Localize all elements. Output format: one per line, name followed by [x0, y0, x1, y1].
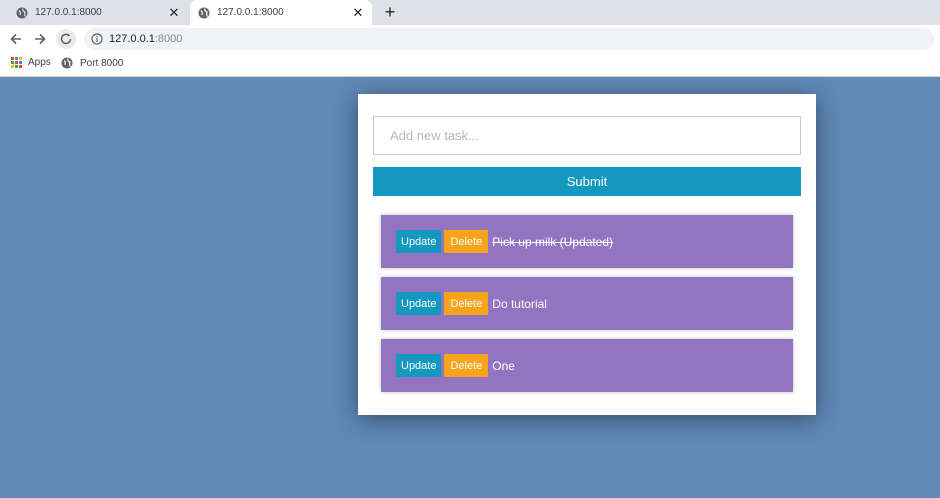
- bookmark-label: Port 8000: [80, 57, 124, 69]
- url-port: :8000: [154, 33, 183, 45]
- bookmarks-bar: Apps Port 8000: [0, 52, 940, 77]
- arrow-right-icon: [35, 33, 46, 45]
- task-title[interactable]: Pick up milk (Updated): [492, 235, 613, 249]
- reload-icon: [60, 33, 72, 45]
- reload-button[interactable]: [56, 29, 76, 49]
- globe-icon: [61, 57, 73, 69]
- bookmark-apps[interactable]: Apps: [11, 57, 51, 68]
- browser-toolbar: 127.0.0.1:8000: [0, 25, 940, 52]
- bookmark-port-8000[interactable]: Port 8000: [61, 57, 123, 69]
- browser-tab-2[interactable]: 127.0.0.1:8000 ✕: [190, 0, 372, 25]
- task-title[interactable]: Do tutorial: [492, 297, 547, 311]
- update-button[interactable]: Update: [396, 230, 442, 253]
- update-button[interactable]: Update: [396, 292, 442, 315]
- url-text: 127.0.0.1:8000: [109, 33, 182, 45]
- delete-button[interactable]: Delete: [444, 354, 489, 377]
- task-item: Update Delete Do tutorial: [381, 277, 793, 330]
- tab-title: 127.0.0.1:8000: [217, 7, 284, 18]
- task-item: Update Delete One: [381, 339, 793, 392]
- tab-title: 127.0.0.1:8000: [35, 7, 102, 18]
- apps-grid-icon: [11, 57, 22, 68]
- task-card: Submit Update Delete Pick up milk (Updat…: [358, 94, 816, 415]
- arrow-left-icon: [10, 33, 21, 45]
- delete-button[interactable]: Delete: [444, 292, 489, 315]
- close-tab-icon[interactable]: ✕: [350, 5, 366, 21]
- globe-icon: [198, 7, 210, 18]
- info-icon[interactable]: [91, 33, 103, 45]
- close-tab-icon[interactable]: ✕: [166, 5, 182, 21]
- forward-button[interactable]: [30, 29, 50, 49]
- task-item: Update Delete Pick up milk (Updated): [381, 215, 793, 268]
- address-bar[interactable]: 127.0.0.1:8000: [84, 28, 934, 50]
- task-title[interactable]: One: [492, 359, 515, 373]
- back-button[interactable]: [6, 29, 26, 49]
- url-host: 127.0.0.1: [109, 33, 155, 45]
- new-task-input[interactable]: [373, 116, 801, 155]
- submit-button[interactable]: Submit: [373, 167, 801, 196]
- bookmark-label: Apps: [28, 57, 51, 68]
- tab-strip: 127.0.0.1:8000 ✕ 127.0.0.1:8000 ✕ +: [0, 0, 940, 25]
- new-tab-button[interactable]: +: [380, 2, 400, 23]
- update-button[interactable]: Update: [396, 354, 442, 377]
- globe-icon: [16, 7, 28, 18]
- browser-tab-1[interactable]: 127.0.0.1:8000 ✕: [8, 0, 188, 25]
- delete-button[interactable]: Delete: [444, 230, 489, 253]
